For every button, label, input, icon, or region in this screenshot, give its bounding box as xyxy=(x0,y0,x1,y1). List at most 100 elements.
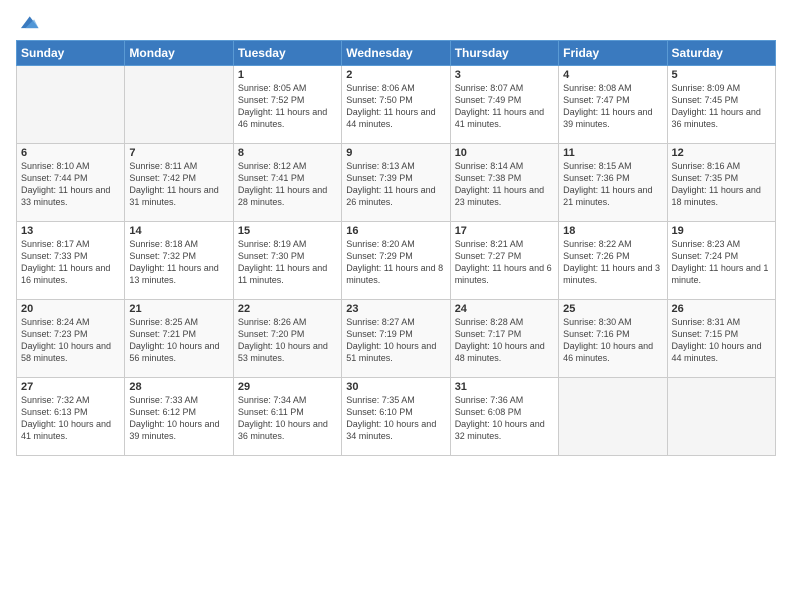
calendar-cell: 27 Sunrise: 7:32 AMSunset: 6:13 PMDaylig… xyxy=(17,378,125,456)
day-number: 27 xyxy=(21,381,120,393)
weekday-header-row: SundayMondayTuesdayWednesdayThursdayFrid… xyxy=(17,41,776,66)
day-info: Sunrise: 8:18 AMSunset: 7:32 PMDaylight:… xyxy=(129,238,228,287)
day-info: Sunrise: 8:30 AMSunset: 7:16 PMDaylight:… xyxy=(563,316,662,365)
day-info: Sunrise: 7:32 AMSunset: 6:13 PMDaylight:… xyxy=(21,394,120,443)
day-number: 30 xyxy=(346,381,445,393)
calendar-cell: 28 Sunrise: 7:33 AMSunset: 6:12 PMDaylig… xyxy=(125,378,233,456)
day-number: 8 xyxy=(238,147,337,159)
day-info: Sunrise: 8:17 AMSunset: 7:33 PMDaylight:… xyxy=(21,238,120,287)
weekday-header-friday: Friday xyxy=(559,41,667,66)
day-info: Sunrise: 8:16 AMSunset: 7:35 PMDaylight:… xyxy=(672,160,771,209)
day-info: Sunrise: 8:11 AMSunset: 7:42 PMDaylight:… xyxy=(129,160,228,209)
calendar-cell: 24 Sunrise: 8:28 AMSunset: 7:17 PMDaylig… xyxy=(450,300,558,378)
calendar-cell xyxy=(125,66,233,144)
calendar-week-row: 6 Sunrise: 8:10 AMSunset: 7:44 PMDayligh… xyxy=(17,144,776,222)
page: SundayMondayTuesdayWednesdayThursdayFrid… xyxy=(0,0,792,466)
calendar-cell: 1 Sunrise: 8:05 AMSunset: 7:52 PMDayligh… xyxy=(233,66,341,144)
calendar-cell: 7 Sunrise: 8:11 AMSunset: 7:42 PMDayligh… xyxy=(125,144,233,222)
day-info: Sunrise: 8:20 AMSunset: 7:29 PMDaylight:… xyxy=(346,238,445,287)
weekday-header-wednesday: Wednesday xyxy=(342,41,450,66)
day-number: 24 xyxy=(455,303,554,315)
calendar-cell: 8 Sunrise: 8:12 AMSunset: 7:41 PMDayligh… xyxy=(233,144,341,222)
day-number: 7 xyxy=(129,147,228,159)
day-info: Sunrise: 8:25 AMSunset: 7:21 PMDaylight:… xyxy=(129,316,228,365)
day-number: 18 xyxy=(563,225,662,237)
calendar-table: SundayMondayTuesdayWednesdayThursdayFrid… xyxy=(16,40,776,456)
day-number: 1 xyxy=(238,69,337,81)
day-number: 16 xyxy=(346,225,445,237)
calendar-cell: 10 Sunrise: 8:14 AMSunset: 7:38 PMDaylig… xyxy=(450,144,558,222)
day-info: Sunrise: 8:07 AMSunset: 7:49 PMDaylight:… xyxy=(455,82,554,131)
day-number: 14 xyxy=(129,225,228,237)
day-number: 2 xyxy=(346,69,445,81)
calendar-cell: 23 Sunrise: 8:27 AMSunset: 7:19 PMDaylig… xyxy=(342,300,450,378)
logo xyxy=(16,12,40,34)
day-info: Sunrise: 8:12 AMSunset: 7:41 PMDaylight:… xyxy=(238,160,337,209)
day-number: 25 xyxy=(563,303,662,315)
calendar-week-row: 13 Sunrise: 8:17 AMSunset: 7:33 PMDaylig… xyxy=(17,222,776,300)
calendar-cell: 17 Sunrise: 8:21 AMSunset: 7:27 PMDaylig… xyxy=(450,222,558,300)
day-number: 11 xyxy=(563,147,662,159)
weekday-header-tuesday: Tuesday xyxy=(233,41,341,66)
calendar-cell: 26 Sunrise: 8:31 AMSunset: 7:15 PMDaylig… xyxy=(667,300,775,378)
day-info: Sunrise: 8:21 AMSunset: 7:27 PMDaylight:… xyxy=(455,238,554,287)
calendar-cell: 4 Sunrise: 8:08 AMSunset: 7:47 PMDayligh… xyxy=(559,66,667,144)
day-info: Sunrise: 8:15 AMSunset: 7:36 PMDaylight:… xyxy=(563,160,662,209)
day-number: 4 xyxy=(563,69,662,81)
calendar-cell: 18 Sunrise: 8:22 AMSunset: 7:26 PMDaylig… xyxy=(559,222,667,300)
day-info: Sunrise: 7:34 AMSunset: 6:11 PMDaylight:… xyxy=(238,394,337,443)
calendar-cell: 31 Sunrise: 7:36 AMSunset: 6:08 PMDaylig… xyxy=(450,378,558,456)
day-info: Sunrise: 7:35 AMSunset: 6:10 PMDaylight:… xyxy=(346,394,445,443)
day-info: Sunrise: 8:22 AMSunset: 7:26 PMDaylight:… xyxy=(563,238,662,287)
calendar-cell xyxy=(559,378,667,456)
day-number: 28 xyxy=(129,381,228,393)
calendar-cell: 20 Sunrise: 8:24 AMSunset: 7:23 PMDaylig… xyxy=(17,300,125,378)
calendar-week-row: 1 Sunrise: 8:05 AMSunset: 7:52 PMDayligh… xyxy=(17,66,776,144)
day-number: 26 xyxy=(672,303,771,315)
calendar-week-row: 27 Sunrise: 7:32 AMSunset: 6:13 PMDaylig… xyxy=(17,378,776,456)
calendar-cell: 19 Sunrise: 8:23 AMSunset: 7:24 PMDaylig… xyxy=(667,222,775,300)
day-info: Sunrise: 8:13 AMSunset: 7:39 PMDaylight:… xyxy=(346,160,445,209)
day-info: Sunrise: 8:08 AMSunset: 7:47 PMDaylight:… xyxy=(563,82,662,131)
calendar-cell: 16 Sunrise: 8:20 AMSunset: 7:29 PMDaylig… xyxy=(342,222,450,300)
calendar-cell: 13 Sunrise: 8:17 AMSunset: 7:33 PMDaylig… xyxy=(17,222,125,300)
day-info: Sunrise: 8:10 AMSunset: 7:44 PMDaylight:… xyxy=(21,160,120,209)
day-number: 6 xyxy=(21,147,120,159)
calendar-cell: 30 Sunrise: 7:35 AMSunset: 6:10 PMDaylig… xyxy=(342,378,450,456)
calendar-cell xyxy=(17,66,125,144)
day-number: 19 xyxy=(672,225,771,237)
day-number: 3 xyxy=(455,69,554,81)
calendar-cell: 12 Sunrise: 8:16 AMSunset: 7:35 PMDaylig… xyxy=(667,144,775,222)
day-number: 15 xyxy=(238,225,337,237)
day-info: Sunrise: 8:09 AMSunset: 7:45 PMDaylight:… xyxy=(672,82,771,131)
day-number: 22 xyxy=(238,303,337,315)
weekday-header-sunday: Sunday xyxy=(17,41,125,66)
day-number: 31 xyxy=(455,381,554,393)
calendar-cell: 3 Sunrise: 8:07 AMSunset: 7:49 PMDayligh… xyxy=(450,66,558,144)
day-info: Sunrise: 7:36 AMSunset: 6:08 PMDaylight:… xyxy=(455,394,554,443)
day-number: 23 xyxy=(346,303,445,315)
day-info: Sunrise: 8:19 AMSunset: 7:30 PMDaylight:… xyxy=(238,238,337,287)
calendar-cell: 2 Sunrise: 8:06 AMSunset: 7:50 PMDayligh… xyxy=(342,66,450,144)
day-info: Sunrise: 8:27 AMSunset: 7:19 PMDaylight:… xyxy=(346,316,445,365)
calendar-cell: 22 Sunrise: 8:26 AMSunset: 7:20 PMDaylig… xyxy=(233,300,341,378)
calendar-cell: 5 Sunrise: 8:09 AMSunset: 7:45 PMDayligh… xyxy=(667,66,775,144)
calendar-week-row: 20 Sunrise: 8:24 AMSunset: 7:23 PMDaylig… xyxy=(17,300,776,378)
calendar-cell: 15 Sunrise: 8:19 AMSunset: 7:30 PMDaylig… xyxy=(233,222,341,300)
header xyxy=(16,12,776,34)
day-number: 10 xyxy=(455,147,554,159)
calendar-cell: 11 Sunrise: 8:15 AMSunset: 7:36 PMDaylig… xyxy=(559,144,667,222)
calendar-cell: 21 Sunrise: 8:25 AMSunset: 7:21 PMDaylig… xyxy=(125,300,233,378)
calendar-cell: 14 Sunrise: 8:18 AMSunset: 7:32 PMDaylig… xyxy=(125,222,233,300)
weekday-header-thursday: Thursday xyxy=(450,41,558,66)
day-info: Sunrise: 8:31 AMSunset: 7:15 PMDaylight:… xyxy=(672,316,771,365)
day-number: 9 xyxy=(346,147,445,159)
calendar-cell xyxy=(667,378,775,456)
calendar-cell: 9 Sunrise: 8:13 AMSunset: 7:39 PMDayligh… xyxy=(342,144,450,222)
day-number: 20 xyxy=(21,303,120,315)
day-info: Sunrise: 8:28 AMSunset: 7:17 PMDaylight:… xyxy=(455,316,554,365)
day-number: 12 xyxy=(672,147,771,159)
calendar-cell: 6 Sunrise: 8:10 AMSunset: 7:44 PMDayligh… xyxy=(17,144,125,222)
weekday-header-monday: Monday xyxy=(125,41,233,66)
day-info: Sunrise: 8:14 AMSunset: 7:38 PMDaylight:… xyxy=(455,160,554,209)
